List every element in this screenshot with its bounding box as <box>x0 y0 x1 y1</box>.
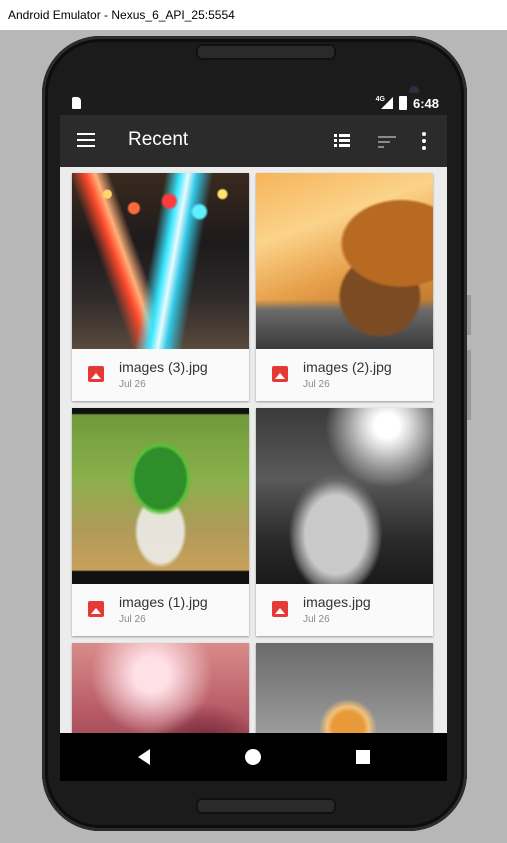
battery-icon <box>399 96 407 110</box>
file-name: images (2).jpg <box>303 359 392 375</box>
file-card[interactable]: images (2).jpg Jul 26 <box>256 173 433 401</box>
file-card[interactable]: images (1).jpg Jul 26 <box>72 408 249 636</box>
app-title: Recent <box>128 129 189 150</box>
sd-card-icon <box>72 97 81 109</box>
image-file-icon <box>272 366 288 382</box>
power-button[interactable] <box>467 295 471 335</box>
file-meta: images (3).jpg Jul 26 <box>72 349 249 401</box>
more-vert-icon[interactable] <box>422 132 426 150</box>
file-date: Jul 26 <box>303 614 330 625</box>
file-meta: images (2).jpg Jul 26 <box>256 349 433 401</box>
list-view-icon[interactable] <box>334 134 350 147</box>
recents-icon[interactable] <box>356 750 370 764</box>
file-card[interactable]: images.jpg Jul 26 <box>256 408 433 636</box>
signal-icon <box>381 97 393 109</box>
navigation-bar <box>60 733 447 781</box>
home-icon[interactable] <box>245 749 261 765</box>
device-screen: 4G 6:48 Recent images (3).jpg Jul 26 ima… <box>60 93 447 781</box>
top-speaker <box>196 44 336 60</box>
emulator-window-title: Android Emulator - Nexus_6_API_25:5554 <box>0 0 507 30</box>
file-name: images (1).jpg <box>119 594 208 610</box>
image-file-icon <box>88 366 104 382</box>
file-thumbnail <box>72 173 249 349</box>
file-name: images.jpg <box>303 594 371 610</box>
file-date: Jul 26 <box>119 379 146 390</box>
file-meta: images (1).jpg Jul 26 <box>72 584 249 636</box>
bottom-speaker <box>196 798 336 814</box>
file-thumbnail <box>256 173 433 349</box>
file-date: Jul 26 <box>119 614 146 625</box>
status-bar: 4G 6:48 <box>60 93 447 115</box>
back-icon[interactable] <box>138 749 150 765</box>
volume-button[interactable] <box>467 350 471 420</box>
file-thumbnail <box>256 408 433 584</box>
status-time: 6:48 <box>412 96 439 111</box>
image-file-icon <box>88 601 104 617</box>
file-date: Jul 26 <box>303 379 330 390</box>
file-thumbnail <box>72 408 249 584</box>
file-card[interactable]: images (3).jpg Jul 26 <box>72 173 249 401</box>
app-bar: Recent <box>60 115 447 167</box>
file-name: images (3).jpg <box>119 359 208 375</box>
sort-icon[interactable] <box>378 136 396 148</box>
image-file-icon <box>272 601 288 617</box>
window-title-text: Android Emulator - Nexus_6_API_25:5554 <box>8 8 235 22</box>
menu-icon[interactable] <box>77 133 95 147</box>
file-meta: images.jpg Jul 26 <box>256 584 433 636</box>
